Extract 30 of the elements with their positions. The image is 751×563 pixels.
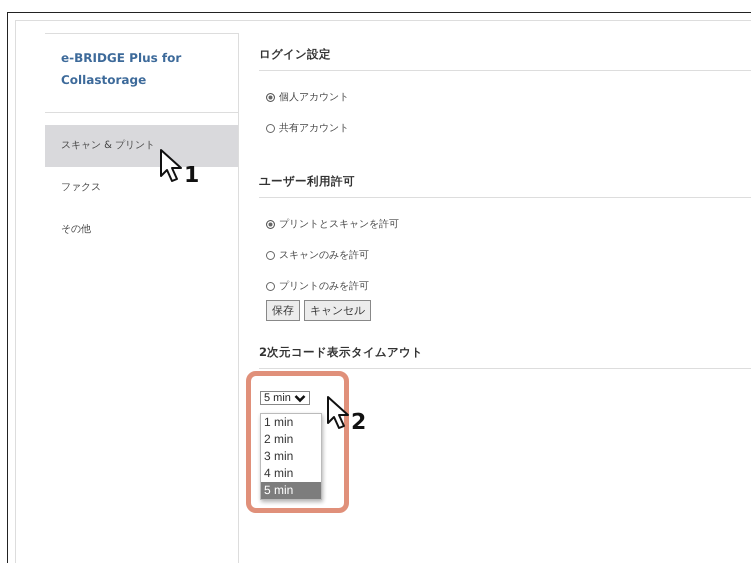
form-button[interactable]: キャンセル bbox=[304, 300, 371, 321]
dropdown-option[interactable]: 4 min bbox=[261, 465, 321, 482]
radio-button[interactable] bbox=[266, 220, 275, 229]
section-title: 2次元コード表示タイムアウト bbox=[259, 344, 751, 369]
timeout-select[interactable]: 5 min bbox=[260, 391, 310, 405]
radio-label: スキャンのみを許可 bbox=[279, 248, 369, 263]
radio-label: プリントとスキャンを許可 bbox=[279, 218, 399, 232]
radio-button[interactable] bbox=[266, 124, 275, 133]
dropdown-option[interactable]: 1 min bbox=[261, 414, 321, 431]
radio-label: 個人アカウント bbox=[279, 91, 349, 105]
app-title: e-BRIDGE Plus for Collastorage bbox=[45, 34, 238, 113]
step-number: 2 bbox=[351, 412, 366, 434]
radio-button[interactable] bbox=[266, 251, 275, 260]
sidebar-item[interactable]: その他 bbox=[45, 209, 107, 251]
chevron-icon bbox=[294, 394, 306, 402]
section-title: ユーザー利用許可 bbox=[259, 173, 751, 198]
radio-label: プリントのみを許可 bbox=[279, 280, 369, 294]
dropdown-option[interactable]: 3 min bbox=[261, 448, 321, 465]
section-title: ログイン設定 bbox=[259, 46, 751, 71]
sidebar-item[interactable]: ファクス bbox=[45, 167, 117, 209]
radio-label: 共有アカウント bbox=[279, 122, 349, 136]
step-number: 1 bbox=[184, 165, 200, 187]
radio-button[interactable] bbox=[266, 282, 275, 291]
form-button[interactable]: 保存 bbox=[266, 300, 300, 321]
dropdown-option[interactable]: 2 min bbox=[261, 431, 321, 448]
pointer-icon bbox=[326, 395, 352, 431]
radio-button[interactable] bbox=[266, 93, 275, 102]
dropdown-option[interactable]: 5 min bbox=[261, 482, 321, 499]
sidebar-item[interactable]: スキャン & プリント bbox=[45, 125, 238, 167]
pointer-icon bbox=[159, 148, 185, 184]
